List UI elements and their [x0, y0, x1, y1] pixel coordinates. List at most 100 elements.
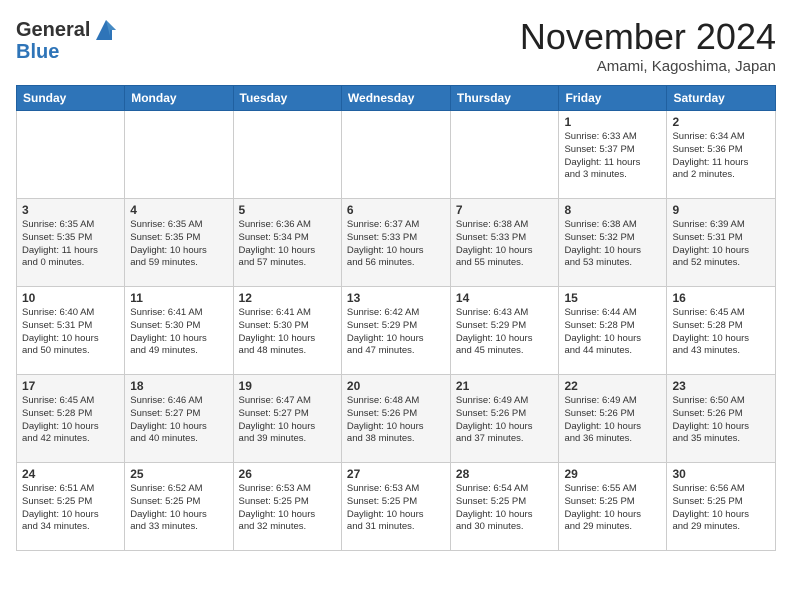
- calendar-cell: 23Sunrise: 6:50 AMSunset: 5:26 PMDayligh…: [667, 375, 776, 463]
- calendar-cell: 27 Sunrise: 6:53 AMSunset: 5:25 PMDayligh…: [341, 463, 450, 551]
- day-number: 9: [672, 203, 770, 217]
- day-info: Sunrise: 6:45 AMSunset: 5:28 PMDaylight:…: [672, 307, 770, 358]
- calendar-cell: 6 Sunrise: 6:37 AMSunset: 5:33 PMDaylight…: [341, 199, 450, 287]
- calendar-cell: 20Sunrise: 6:48 AMSunset: 5:26 PMDayligh…: [341, 375, 450, 463]
- day-number: 10: [22, 291, 119, 305]
- day-info: Sunrise: 6:35 AMSunset: 5:35 PMDaylight:…: [22, 219, 119, 270]
- day-number: 11: [130, 291, 227, 305]
- day-info: Sunrise: 6:53 AMSunset: 5:25 PMDaylight:…: [347, 483, 445, 534]
- calendar-cell: 13Sunrise: 6:42 AMSunset: 5:29 PMDayligh…: [341, 287, 450, 375]
- calendar-cell: 3 Sunrise: 6:35 AMSunset: 5:35 PMDaylight…: [17, 199, 125, 287]
- page-header: General Blue November 2024 Amami, Kagosh…: [16, 16, 776, 75]
- day-info: Sunrise: 6:33 AMSunset: 5:37 PMDaylight:…: [564, 131, 661, 182]
- calendar-week-row: 3 Sunrise: 6:35 AMSunset: 5:35 PMDaylight…: [17, 199, 776, 287]
- day-number: 18: [130, 379, 227, 393]
- day-info: Sunrise: 6:37 AMSunset: 5:33 PMDaylight:…: [347, 219, 445, 270]
- calendar-cell: 17 Sunrise: 6:45 AMSunset: 5:28 PMDayligh…: [17, 375, 125, 463]
- day-info: Sunrise: 6:44 AMSunset: 5:28 PMDaylight:…: [564, 307, 661, 358]
- day-info: Sunrise: 6:41 AMSunset: 5:30 PMDaylight:…: [130, 307, 227, 358]
- day-number: 12: [239, 291, 336, 305]
- day-number: 30: [672, 467, 770, 481]
- day-info: Sunrise: 6:51 AMSunset: 5:25 PMDaylight:…: [22, 483, 119, 534]
- day-info: Sunrise: 6:34 AMSunset: 5:36 PMDaylight:…: [672, 131, 770, 182]
- day-info: Sunrise: 6:36 AMSunset: 5:34 PMDaylight:…: [239, 219, 336, 270]
- calendar-cell: 10 Sunrise: 6:40 AMSunset: 5:31 PMDayligh…: [17, 287, 125, 375]
- calendar-week-row: 1 Sunrise: 6:33 AMSunset: 5:37 PMDaylight…: [17, 111, 776, 199]
- day-number: 1: [564, 115, 661, 129]
- day-number: 22: [564, 379, 661, 393]
- calendar-cell: [125, 111, 233, 199]
- weekday-header: Tuesday: [233, 86, 341, 111]
- day-number: 3: [22, 203, 119, 217]
- day-info: Sunrise: 6:40 AMSunset: 5:31 PMDaylight:…: [22, 307, 119, 358]
- day-info: Sunrise: 6:54 AMSunset: 5:25 PMDaylight:…: [456, 483, 554, 534]
- day-number: 21: [456, 379, 554, 393]
- calendar-cell: [450, 111, 559, 199]
- calendar-cell: 24 Sunrise: 6:51 AMSunset: 5:25 PMDayligh…: [17, 463, 125, 551]
- day-number: 13: [347, 291, 445, 305]
- day-info: Sunrise: 6:47 AMSunset: 5:27 PMDaylight:…: [239, 395, 336, 446]
- calendar-cell: 7 Sunrise: 6:38 AMSunset: 5:33 PMDaylight…: [450, 199, 559, 287]
- day-number: 17: [22, 379, 119, 393]
- day-info: Sunrise: 6:45 AMSunset: 5:28 PMDaylight:…: [22, 395, 119, 446]
- day-info: Sunrise: 6:46 AMSunset: 5:27 PMDaylight:…: [130, 395, 227, 446]
- calendar-cell: 28 Sunrise: 6:54 AMSunset: 5:25 PMDayligh…: [450, 463, 559, 551]
- location: Amami, Kagoshima, Japan: [520, 58, 776, 75]
- weekday-header: Thursday: [450, 86, 559, 111]
- day-number: 28: [456, 467, 554, 481]
- weekday-header: Wednesday: [341, 86, 450, 111]
- calendar-cell: 29 Sunrise: 6:55 AMSunset: 5:25 PMDayligh…: [559, 463, 667, 551]
- day-number: 14: [456, 291, 554, 305]
- calendar-cell: 12 Sunrise: 6:41 AMSunset: 5:30 PMDayligh…: [233, 287, 341, 375]
- day-number: 5: [239, 203, 336, 217]
- calendar-cell: 21 Sunrise: 6:49 AMSunset: 5:26 PMDayligh…: [450, 375, 559, 463]
- day-number: 19: [239, 379, 336, 393]
- weekday-header: Monday: [125, 86, 233, 111]
- month-title: November 2024: [520, 16, 776, 58]
- day-number: 6: [347, 203, 445, 217]
- day-info: Sunrise: 6:55 AMSunset: 5:25 PMDaylight:…: [564, 483, 661, 534]
- calendar-cell: 8Sunrise: 6:38 AMSunset: 5:32 PMDaylight…: [559, 199, 667, 287]
- day-number: 20: [347, 379, 445, 393]
- calendar-cell: [233, 111, 341, 199]
- calendar-cell: 19 Sunrise: 6:47 AMSunset: 5:27 PMDayligh…: [233, 375, 341, 463]
- calendar-cell: 2Sunrise: 6:34 AMSunset: 5:36 PMDaylight…: [667, 111, 776, 199]
- calendar-cell: 16Sunrise: 6:45 AMSunset: 5:28 PMDayligh…: [667, 287, 776, 375]
- calendar-week-row: 24 Sunrise: 6:51 AMSunset: 5:25 PMDayligh…: [17, 463, 776, 551]
- calendar-cell: 4 Sunrise: 6:35 AMSunset: 5:35 PMDaylight…: [125, 199, 233, 287]
- day-info: Sunrise: 6:38 AMSunset: 5:32 PMDaylight:…: [564, 219, 661, 270]
- day-info: Sunrise: 6:56 AMSunset: 5:25 PMDaylight:…: [672, 483, 770, 534]
- day-info: Sunrise: 6:38 AMSunset: 5:33 PMDaylight:…: [456, 219, 554, 270]
- calendar-cell: [17, 111, 125, 199]
- calendar-cell: 26 Sunrise: 6:53 AMSunset: 5:25 PMDayligh…: [233, 463, 341, 551]
- weekday-header-row: SundayMondayTuesdayWednesdayThursdayFrid…: [17, 86, 776, 111]
- calendar-cell: 22 Sunrise: 6:49 AMSunset: 5:26 PMDayligh…: [559, 375, 667, 463]
- day-info: Sunrise: 6:49 AMSunset: 5:26 PMDaylight:…: [564, 395, 661, 446]
- calendar-cell: 18 Sunrise: 6:46 AMSunset: 5:27 PMDayligh…: [125, 375, 233, 463]
- day-info: Sunrise: 6:52 AMSunset: 5:25 PMDaylight:…: [130, 483, 227, 534]
- calendar-cell: 25Sunrise: 6:52 AMSunset: 5:25 PMDayligh…: [125, 463, 233, 551]
- calendar-cell: 30 Sunrise: 6:56 AMSunset: 5:25 PMDayligh…: [667, 463, 776, 551]
- day-number: 4: [130, 203, 227, 217]
- day-number: 23: [672, 379, 770, 393]
- day-info: Sunrise: 6:53 AMSunset: 5:25 PMDaylight:…: [239, 483, 336, 534]
- day-number: 24: [22, 467, 119, 481]
- day-number: 29: [564, 467, 661, 481]
- calendar-cell: [341, 111, 450, 199]
- calendar-cell: 1 Sunrise: 6:33 AMSunset: 5:37 PMDaylight…: [559, 111, 667, 199]
- day-number: 26: [239, 467, 336, 481]
- day-info: Sunrise: 6:49 AMSunset: 5:26 PMDaylight:…: [456, 395, 554, 446]
- weekday-header: Sunday: [17, 86, 125, 111]
- calendar-cell: 14 Sunrise: 6:43 AMSunset: 5:29 PMDayligh…: [450, 287, 559, 375]
- day-number: 15: [564, 291, 661, 305]
- day-number: 27: [347, 467, 445, 481]
- calendar-cell: 9 Sunrise: 6:39 AMSunset: 5:31 PMDaylight…: [667, 199, 776, 287]
- day-info: Sunrise: 6:41 AMSunset: 5:30 PMDaylight:…: [239, 307, 336, 358]
- day-info: Sunrise: 6:39 AMSunset: 5:31 PMDaylight:…: [672, 219, 770, 270]
- title-block: November 2024 Amami, Kagoshima, Japan: [520, 16, 776, 75]
- calendar-week-row: 10 Sunrise: 6:40 AMSunset: 5:31 PMDayligh…: [17, 287, 776, 375]
- day-number: 7: [456, 203, 554, 217]
- day-info: Sunrise: 6:43 AMSunset: 5:29 PMDaylight:…: [456, 307, 554, 358]
- logo: General Blue: [16, 16, 120, 62]
- day-info: Sunrise: 6:35 AMSunset: 5:35 PMDaylight:…: [130, 219, 227, 270]
